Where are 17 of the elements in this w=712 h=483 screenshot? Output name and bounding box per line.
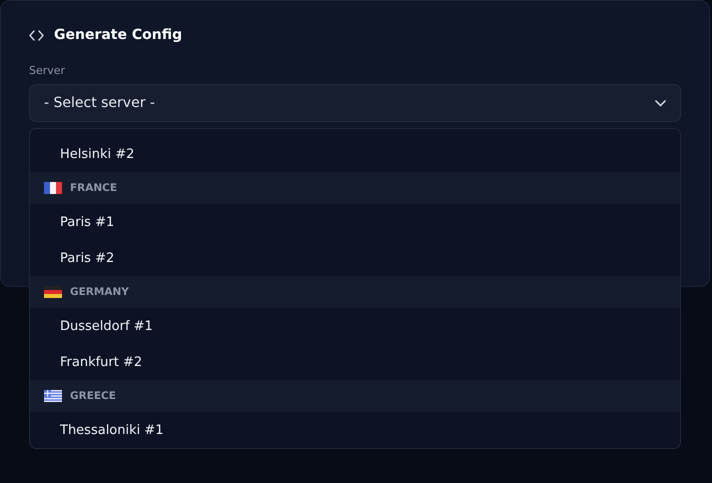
flag-icon <box>44 286 62 298</box>
card-title: Generate Config <box>54 27 182 43</box>
server-select[interactable]: - Select server - <box>29 84 681 122</box>
country-group-header: FRANCE <box>30 172 680 204</box>
country-group-header: GREECE <box>30 380 680 412</box>
chevron-down-icon <box>655 100 666 106</box>
server-option[interactable]: Dusseldorf #1 <box>30 308 680 344</box>
field-label: Server <box>29 64 66 77</box>
server-option[interactable]: Paris #2 <box>30 240 680 276</box>
flag-icon <box>44 182 62 194</box>
server-option[interactable]: Helsinki #2 <box>30 136 680 172</box>
country-group-header: GERMANY <box>30 276 680 308</box>
flag-icon <box>44 390 62 402</box>
code-icon <box>29 30 44 40</box>
server-option[interactable]: Frankfurt #2 <box>30 344 680 380</box>
server-option[interactable]: Thessaloniki #1 <box>30 412 680 448</box>
server-option[interactable]: Paris #1 <box>30 204 680 240</box>
